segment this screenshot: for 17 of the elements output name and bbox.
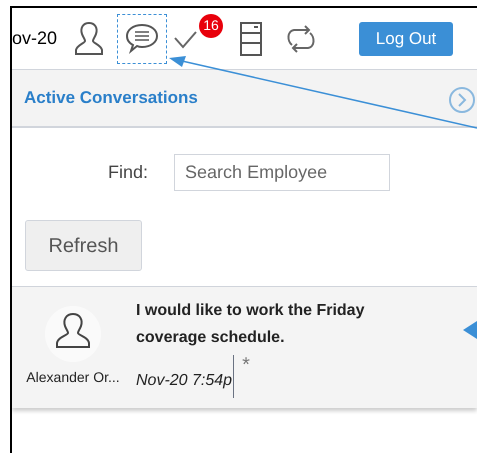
message-time: Nov-20 7:54p bbox=[136, 355, 234, 398]
unread-mark: * bbox=[242, 355, 250, 375]
employee-name: Alexander Or... bbox=[26, 368, 120, 387]
cabinet-icon[interactable] bbox=[239, 20, 264, 56]
logout-button[interactable]: Log Out bbox=[359, 22, 454, 56]
arrowhead bbox=[463, 321, 477, 339]
find-label: Find: bbox=[108, 160, 148, 184]
date-text: ov-20 bbox=[12, 27, 58, 50]
person-icon[interactable] bbox=[74, 20, 104, 56]
section-title: Active Conversations bbox=[24, 87, 198, 110]
count-badge: 16 bbox=[199, 14, 224, 38]
search-field[interactable]: Search Employee bbox=[174, 154, 390, 190]
refresh-button[interactable]: Refresh bbox=[25, 220, 142, 271]
chat-icon[interactable] bbox=[124, 22, 160, 56]
message-text: I would like to work the Friday coverage schedule. bbox=[136, 301, 366, 348]
avatar-icon bbox=[44, 305, 102, 363]
conversation-card[interactable]: Alexander Or... I would like to work the Friday coverage schedule. Nov-20 7:54p * bbox=[12, 287, 477, 408]
